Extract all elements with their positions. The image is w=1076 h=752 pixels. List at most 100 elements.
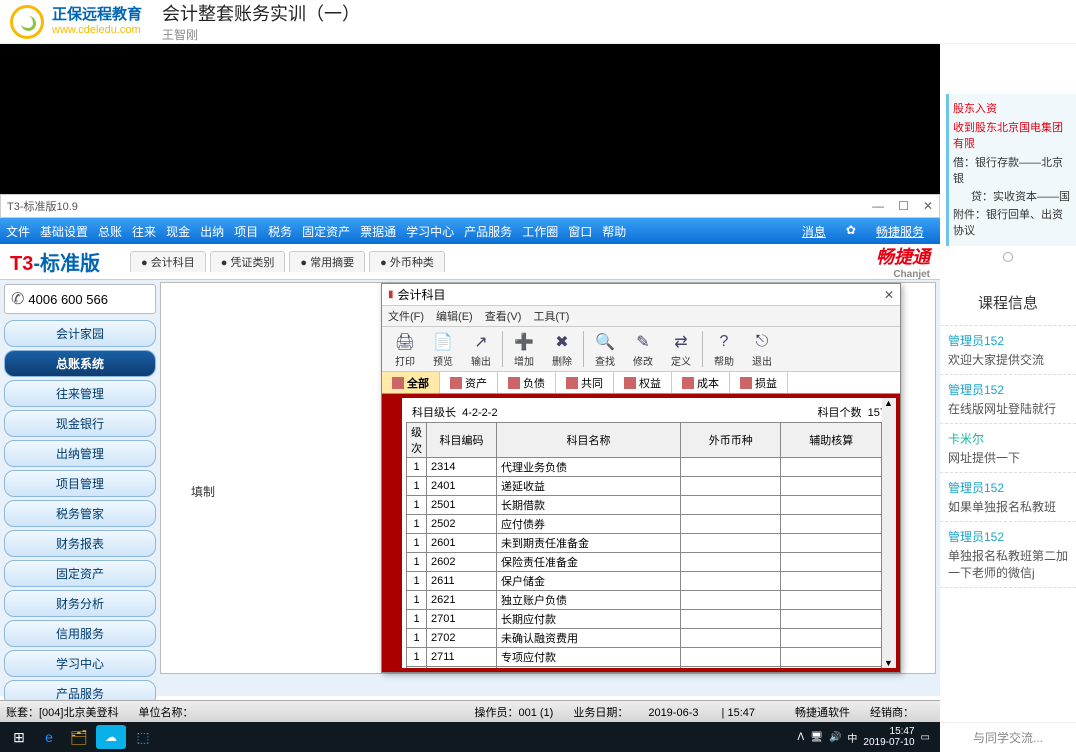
menu-item[interactable]: 窗口 [568,223,592,240]
cat-tab[interactable]: 权益 [614,372,672,393]
menu-item[interactable]: 税务 [268,223,292,240]
tray-vol-icon[interactable]: 🔊 [829,732,841,743]
sidebar-item[interactable]: 税务管家 [4,500,156,527]
sidebar-item[interactable]: 财务分析 [4,590,156,617]
cat-tab[interactable]: 损益 [730,372,788,393]
table-row[interactable]: 12502应付债券 [407,515,882,534]
chat-item[interactable]: 管理员152欢迎大家提供交流 [940,325,1076,375]
tray-up-icon[interactable]: ᐱ [797,732,804,743]
close-icon[interactable]: ✕ [923,199,933,213]
sidebar-item[interactable]: 项目管理 [4,470,156,497]
app-icon[interactable]: ⬚ [128,725,158,749]
service-link[interactable]: 畅捷服务 [876,223,924,240]
chat-item[interactable]: 管理员152如果单独报名私教班 [940,473,1076,522]
cat-tab[interactable]: 成本 [672,372,730,393]
menu-item[interactable]: 往来 [132,223,156,240]
table-row[interactable]: 12701长期应付款 [407,610,882,629]
menu-item[interactable]: 票据通 [360,223,396,240]
dialog-menu-item[interactable]: 编辑(E) [436,308,473,324]
edge-icon[interactable]: e [34,725,64,749]
table-row[interactable]: 12611保户储金 [407,572,882,591]
scrollbar-vertical[interactable] [882,398,896,668]
cat-tab[interactable]: 负债 [498,372,556,393]
maximize-icon[interactable]: ☐ [898,199,909,213]
explorer-icon[interactable]: 🗂 [64,725,94,749]
logo-text: 正保远程教育 www.cdeledu.com [52,7,142,36]
cat-tab[interactable]: 共同 [556,372,614,393]
menu-item[interactable]: 帮助 [602,223,626,240]
sidebar-item[interactable]: 总账系统 [4,350,156,377]
doc-tab[interactable]: ● 会计科目 [130,251,206,272]
menu-item[interactable]: 现金 [166,223,190,240]
tray-net-icon[interactable]: 🖥 [810,732,823,743]
tool-打印[interactable]: 🖨打印 [386,331,424,368]
dialog-menu-item[interactable]: 查看(V) [485,308,522,324]
tool-查找[interactable]: 🔍查找 [586,331,624,368]
menu-item[interactable]: 出纳 [200,223,224,240]
sidebar-item[interactable]: 信用服务 [4,620,156,647]
dialog-close-icon[interactable]: ✕ [884,288,894,302]
dialog-titlebar[interactable]: 会计科目 ✕ [382,284,900,306]
category-tabs[interactable]: 全部资产负债共同权益成本损益 [382,372,900,394]
subject-dialog[interactable]: 会计科目 ✕ 文件(F) 编辑(E) 查看(V) 工具(T) 🖨打印📄预览↗输出➕增加… [381,283,901,673]
dialog-toolbar[interactable]: 🖨打印📄预览↗输出➕增加✖删除🔍查找✎修改⇄定义?帮助⎋退出 [382,326,900,372]
sidebar-item[interactable]: 学习中心 [4,650,156,677]
doc-tab[interactable]: ● 凭证类别 [210,251,286,272]
taskbar[interactable]: ⊞ e 🗂 ☁ ⬚ ᐱ 🖥 🔊 中 15:47 2019-07-10 ▭ [0,722,940,752]
menu-item[interactable]: 产品服务 [464,223,512,240]
table-row[interactable]: 12401递延收益 [407,477,882,496]
table-row[interactable]: 12601未到期责任准备金 [407,534,882,553]
sidebar-item[interactable]: 现金银行 [4,410,156,437]
minimize-icon[interactable]: — [872,199,884,213]
cat-tab[interactable]: 资产 [440,372,498,393]
sidebar-item[interactable]: 出纳管理 [4,440,156,467]
main-menu-bar[interactable]: 文件基础设置总账往来现金出纳项目税务固定资产票据通学习中心产品服务工作圈窗口帮助… [0,218,940,244]
tray-notif-icon[interactable]: ▭ [921,732,930,743]
table-row[interactable]: 12801预计负债 [407,667,882,673]
dialog-menu-item[interactable]: 文件(F) [388,308,424,324]
msg-link[interactable]: 消息 [802,223,826,240]
chat-input[interactable]: 与同学交流... [940,722,1076,752]
tool-定义[interactable]: ⇄定义 [662,331,700,368]
table-row[interactable]: 12702未确认融资费用 [407,629,882,648]
chat-item[interactable]: 管理员152在线版网址登陆就行 [940,375,1076,424]
sidebar-item[interactable]: 会计家园 [4,320,156,347]
sidebar-item[interactable]: 固定资产 [4,560,156,587]
menu-item[interactable]: 文件 [6,223,30,240]
tool-预览[interactable]: 📄预览 [424,331,462,368]
tool-退出[interactable]: ⎋退出 [743,331,781,368]
table-row[interactable]: 12501长期借款 [407,496,882,515]
doc-tabs[interactable]: ● 会计科目● 凭证类别● 常用摘要● 外币种类 [100,251,876,272]
menu-item[interactable]: 基础设置 [40,223,88,240]
sidebar-item[interactable]: 往来管理 [4,380,156,407]
taskbar-clock[interactable]: 15:47 2019-07-10 [863,726,914,748]
slide-indicator[interactable] [1003,252,1013,262]
tool-增加[interactable]: ➕增加 [505,331,543,368]
dialog-menu-item[interactable]: 工具(T) [533,308,569,324]
tool-帮助[interactable]: ?帮助 [705,331,743,368]
doc-tab[interactable]: ● 常用摘要 [289,251,365,272]
table-row[interactable]: 12711专项应付款 [407,648,882,667]
doc-tab[interactable]: ● 外币种类 [369,251,445,272]
table-row[interactable]: 12621独立账户负债 [407,591,882,610]
menu-item[interactable]: 总账 [98,223,122,240]
menu-item[interactable]: 学习中心 [406,223,454,240]
cloud-icon[interactable]: ☁ [96,725,126,749]
table-row[interactable]: 12602保险责任准备金 [407,553,882,572]
dialog-menu[interactable]: 文件(F) 编辑(E) 查看(V) 工具(T) [382,306,900,326]
menu-item[interactable]: 项目 [234,223,258,240]
start-icon[interactable]: ⊞ [4,725,34,749]
menu-item[interactable]: 工作圈 [522,223,558,240]
tray-ime-icon[interactable]: 中 [847,730,857,745]
cat-tab[interactable]: 全部 [382,372,440,393]
chat-item[interactable]: 卡米尔网址提供一下 [940,424,1076,473]
table-row[interactable]: 12314代理业务负债 [407,458,882,477]
tool-删除[interactable]: ✖删除 [543,331,581,368]
chat-item[interactable]: 管理员152单独报名私教班第二加一下老师的微信j [940,522,1076,588]
sidebar-item[interactable]: 财务报表 [4,530,156,557]
subject-table[interactable]: 级次科目编码科目名称外币币种辅助核算 12314代理业务负债12401递延收益1… [406,422,882,672]
menu-item[interactable]: 固定资产 [302,223,350,240]
tool-修改[interactable]: ✎修改 [624,331,662,368]
window-titlebar[interactable]: T3-标准版10.9 — ☐ ✕ [0,194,940,218]
tool-输出[interactable]: ↗输出 [462,331,500,368]
